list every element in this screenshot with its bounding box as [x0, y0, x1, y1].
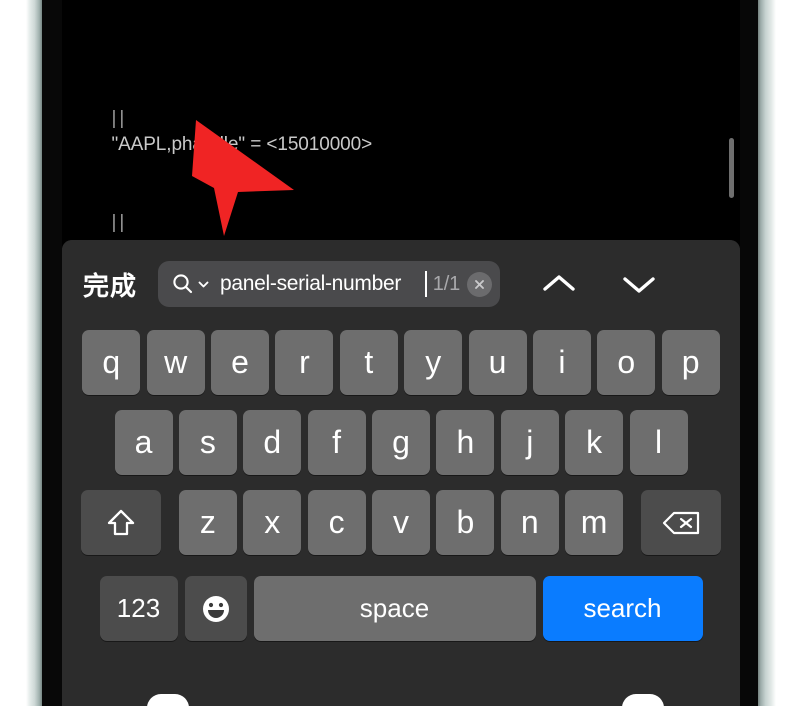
chevron-up-icon: [543, 275, 575, 291]
match-count-label: 1/1: [432, 272, 460, 295]
virtual-keyboard: q w e r t y u i o p a s d f g h j k l z …: [62, 328, 740, 706]
phone-screen: || "AAPL,phandle" = <15010000> || "oled-…: [62, 0, 740, 706]
keyboard-row-3: z x c v b n m: [62, 490, 740, 555]
key-t[interactable]: t: [339, 330, 398, 395]
keyboard-row-2: a s d f g h j k l: [62, 410, 740, 475]
smiley-face-icon: [202, 595, 229, 622]
dictation-key-partial[interactable]: [622, 694, 664, 706]
key-f[interactable]: f: [307, 410, 366, 475]
key-w[interactable]: w: [146, 330, 205, 395]
emoji-key[interactable]: [184, 576, 247, 641]
key-x[interactable]: x: [243, 490, 302, 555]
clear-search-button[interactable]: [467, 271, 492, 297]
phone-bezel-right-edge: [756, 0, 776, 706]
key-v[interactable]: v: [372, 490, 430, 555]
vertical-scrollbar[interactable]: [729, 138, 734, 198]
key-c[interactable]: c: [307, 490, 366, 555]
phone-frame: || "AAPL,phandle" = <15010000> || "oled-…: [0, 0, 800, 706]
key-d[interactable]: d: [243, 410, 302, 475]
search-return-key[interactable]: search: [542, 576, 703, 641]
key-u[interactable]: u: [468, 330, 527, 395]
next-match-button[interactable]: [608, 260, 670, 308]
key-a[interactable]: a: [114, 410, 173, 475]
backspace-key[interactable]: [641, 490, 722, 555]
numeric-mode-key[interactable]: 123: [99, 576, 178, 641]
phone-bezel-left-black: [42, 0, 64, 706]
key-p[interactable]: p: [661, 330, 720, 395]
key-r[interactable]: r: [275, 330, 334, 395]
keyboard-assembly: 完成 panel-serial-number 1/1 q w e r t y u…: [62, 240, 740, 706]
space-key[interactable]: space: [253, 576, 536, 641]
magnifier-icon: [173, 274, 193, 294]
property-line: || "oled-display" = <01000000>: [62, 184, 740, 259]
key-n[interactable]: n: [500, 490, 559, 555]
globe-key-partial[interactable]: [147, 694, 189, 706]
key-g[interactable]: g: [372, 410, 430, 475]
key-b[interactable]: b: [436, 490, 495, 555]
phone-bezel-right-black: [738, 0, 758, 706]
keyboard-bottom-strip: [62, 664, 740, 706]
key-o[interactable]: o: [597, 330, 656, 395]
property-text: "AAPL,phandle" = <15010000>: [111, 134, 373, 155]
done-button[interactable]: 完成: [62, 266, 158, 303]
key-k[interactable]: k: [565, 410, 624, 475]
search-scope-control[interactable]: [171, 272, 210, 296]
text-cursor-caret: [424, 271, 427, 297]
key-l[interactable]: l: [629, 410, 688, 475]
chevron-down-icon: [198, 281, 209, 287]
key-q[interactable]: q: [82, 330, 141, 395]
key-j[interactable]: j: [500, 410, 559, 475]
key-z[interactable]: z: [178, 490, 237, 555]
key-i[interactable]: i: [532, 330, 591, 395]
keyboard-row-1: q w e r t y u i o p: [62, 330, 740, 395]
search-query-value[interactable]: panel-serial-number: [220, 272, 425, 296]
key-y[interactable]: y: [404, 330, 463, 395]
key-m[interactable]: m: [565, 490, 624, 555]
key-e[interactable]: e: [211, 330, 270, 395]
ioreg-property-listing[interactable]: || "AAPL,phandle" = <15010000> || "oled-…: [62, 0, 740, 705]
chevron-down-icon: [623, 277, 655, 293]
tree-pipes: ||: [111, 212, 128, 233]
key-s[interactable]: s: [178, 410, 237, 475]
keyboard-row-4: 123 space search: [62, 576, 740, 641]
backspace-delete-icon: [663, 511, 700, 534]
find-toolbar: 完成 panel-serial-number 1/1: [62, 240, 740, 328]
key-h[interactable]: h: [436, 410, 495, 475]
previous-match-button[interactable]: [528, 260, 590, 308]
shift-key[interactable]: [80, 490, 161, 555]
property-line: || "AAPL,phandle" = <15010000>: [62, 80, 740, 155]
close-icon: [475, 279, 484, 289]
search-input-field[interactable]: panel-serial-number 1/1: [158, 261, 500, 307]
tree-pipes: ||: [111, 108, 128, 129]
shift-arrow-icon: [107, 509, 134, 535]
